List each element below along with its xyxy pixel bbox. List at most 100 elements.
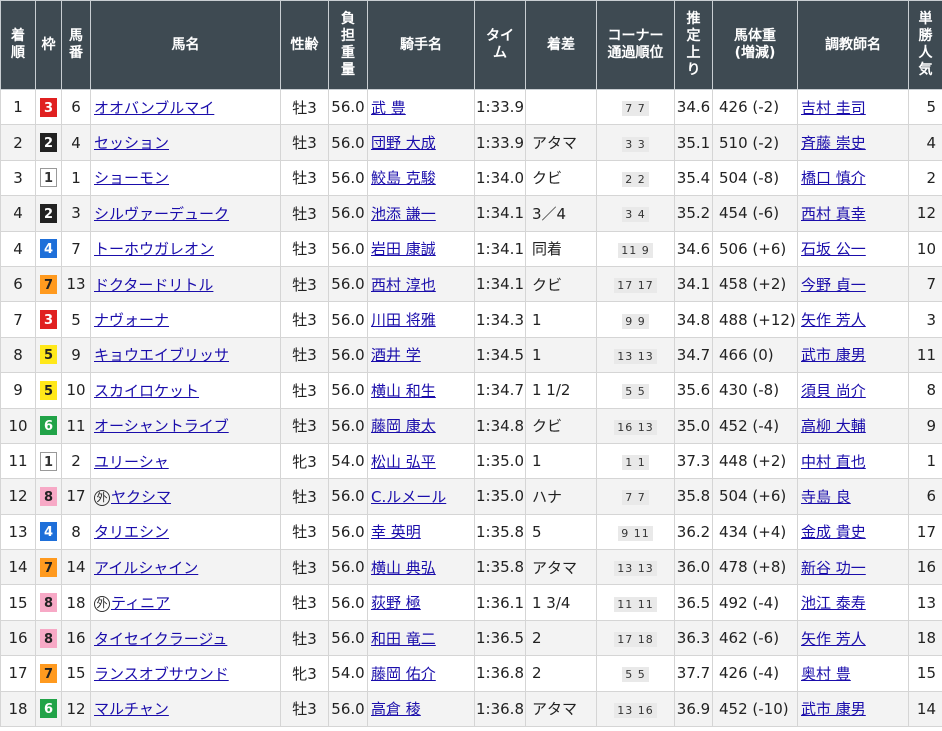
jockey-link[interactable]: 池添 謙一 [371, 205, 436, 223]
agari-cell: 35.4 [674, 159, 713, 197]
trainer-cell: 高柳 大輔 [797, 407, 909, 444]
sex-age: 牡3 [292, 134, 317, 153]
trainer-cell: 奥村 豊 [797, 655, 909, 692]
trainer-link[interactable]: 寺島 良 [801, 488, 851, 506]
header-horse[interactable]: 馬名 [90, 0, 281, 90]
jockey-link[interactable]: 藤岡 康太 [371, 417, 436, 435]
horse-name-link[interactable]: ヤクシマ [111, 488, 171, 506]
header-umaban[interactable]: 馬番 [61, 0, 91, 90]
horse-number: 11 [66, 416, 86, 435]
trainer-link[interactable]: 中村 直也 [801, 453, 866, 471]
last-3f: 35.4 [676, 168, 711, 187]
jockey-link[interactable]: 横山 典弘 [371, 559, 436, 577]
header-pop[interactable]: 単勝人気 [908, 0, 942, 90]
margin: 1 1/2 [532, 381, 571, 400]
result-row: 8 5 9 キョウエイブリッサ 牡3 56.0 酒井 学 1:34.5 1 13 13 34.7 46… [0, 336, 942, 374]
result-row: 6 7 13 ドクタードリトル 牡3 56.0 西村 淳也 1:34.1 クビ 17 17 34.1… [0, 265, 942, 303]
horse-name-link[interactable]: ランスオブサウンド [94, 665, 229, 683]
trainer-link[interactable]: 矢作 芳人 [801, 311, 866, 329]
jockey-link[interactable]: 和田 竜二 [371, 630, 436, 648]
pop-cell: 3 [908, 301, 942, 338]
corner-positions: 7 7 [622, 101, 649, 117]
jockey-link[interactable]: 鮫島 克駿 [371, 169, 436, 187]
horse-name-link[interactable]: ユリーシャ [94, 453, 169, 471]
waku-badge: 2 [40, 203, 57, 223]
header-bodyweight[interactable]: 馬体重 (増減) [712, 0, 798, 90]
header-corner[interactable]: コーナー 通過順位 [596, 0, 675, 90]
horse-name-link[interactable]: マルチャン [94, 700, 169, 718]
trainer-link[interactable]: 新谷 功一 [801, 559, 866, 577]
horse-name-link[interactable]: アイルシャイン [94, 559, 198, 577]
jockey-cell: 団野 大成 [367, 124, 475, 161]
trainer-link[interactable]: 奥村 豊 [801, 665, 851, 683]
header-jockey[interactable]: 騎手名 [367, 0, 475, 90]
popularity: 7 [926, 275, 936, 294]
header-rank[interactable]: 着順 [0, 0, 36, 90]
trainer-link[interactable]: 橋口 慎介 [801, 169, 866, 187]
jockey-link[interactable]: 西村 淳也 [371, 276, 436, 294]
horse-name-link[interactable]: タリエシン [94, 523, 169, 541]
horse-name-link[interactable]: キョウエイブリッサ [94, 346, 229, 364]
jockey-link[interactable]: 幸 英明 [371, 523, 421, 541]
popularity: 6 [926, 487, 936, 506]
horse-number: 4 [71, 133, 81, 152]
trainer-link[interactable]: 須貝 尚介 [801, 382, 866, 400]
finish-rank: 2 [13, 133, 23, 152]
header-trainer[interactable]: 調教師名 [797, 0, 909, 90]
horse-number: 15 [66, 664, 86, 683]
jockey-link[interactable]: 荻野 極 [371, 594, 421, 612]
horse-name-link[interactable]: スカイロケット [94, 382, 199, 400]
header-margin[interactable]: 着差 [525, 0, 597, 90]
jockey-link[interactable]: 川田 将雅 [371, 311, 436, 329]
horse-name-link[interactable]: シルヴァーデューク [94, 205, 229, 223]
header-line: 担 [341, 28, 355, 44]
finish-rank: 4 [13, 204, 23, 223]
horse-name-link[interactable]: オーシャントライブ [94, 417, 229, 435]
waku-cell: 8 [35, 619, 62, 657]
trainer-link[interactable]: 高柳 大輔 [801, 417, 866, 435]
trainer-link[interactable]: 西村 真幸 [801, 205, 866, 223]
margin: アタマ [532, 134, 578, 153]
corner-positions: 5 5 [622, 667, 649, 683]
horse-name-link[interactable]: ティニア [111, 594, 170, 612]
jockey-link[interactable]: C.ルメール [371, 488, 446, 506]
horse-name-link[interactable]: セッション [94, 134, 169, 152]
trainer-link[interactable]: 矢作 芳人 [801, 630, 866, 648]
trainer-link[interactable]: 武市 康男 [801, 346, 866, 364]
jockey-link[interactable]: 横山 和生 [371, 382, 436, 400]
jockey-link[interactable]: 酒井 学 [371, 346, 421, 364]
header-waku[interactable]: 枠 [35, 0, 62, 90]
horse-name-link[interactable]: ドクタードリトル [94, 276, 213, 294]
finish-time: 1:34.8 [476, 416, 524, 435]
jockey-link[interactable]: 団野 大成 [371, 134, 436, 152]
jockey-cell: 和田 竜二 [367, 619, 475, 657]
jockey-link[interactable]: 武 豊 [371, 99, 406, 117]
trainer-link[interactable]: 武市 康男 [801, 700, 866, 718]
horse-name-link[interactable]: トーホウガレオン [94, 240, 214, 258]
trainer-link[interactable]: 金成 貴史 [801, 523, 866, 541]
horse-name-link[interactable]: タイセイクラージュ [94, 630, 227, 648]
header-sexage[interactable]: 性齢 [280, 0, 329, 90]
body-weight: 492 (-4) [719, 593, 780, 612]
body-weight: 452 (-10) [719, 699, 789, 718]
jockey-link[interactable]: 藤岡 佑介 [371, 665, 436, 683]
header-weight[interactable]: 負担重量 [328, 0, 368, 90]
bodyweight-cell: 504 (+6) [712, 478, 798, 515]
trainer-link[interactable]: 吉村 圭司 [801, 99, 866, 117]
header-time[interactable]: タイム [474, 0, 526, 90]
header-agari[interactable]: 推定上り [674, 0, 713, 90]
horse-name-link[interactable]: ナヴォーナ [94, 311, 169, 329]
jockey-link[interactable]: 岩田 康誠 [371, 240, 436, 258]
trainer-link[interactable]: 石坂 公一 [801, 240, 866, 258]
trainer-link[interactable]: 斉藤 崇史 [801, 134, 866, 152]
bodyweight-cell: 430 (-8) [712, 372, 798, 409]
pop-cell: 8 [908, 372, 942, 409]
jockey-link[interactable]: 高倉 稜 [371, 700, 421, 718]
sexage-cell: 牡3 [280, 336, 329, 374]
jockey-link[interactable]: 松山 弘平 [371, 453, 436, 471]
trainer-link[interactable]: 今野 貞一 [801, 276, 866, 294]
foreign-horse-mark: 外 [94, 596, 110, 613]
horse-name-link[interactable]: オオバンブルマイ [94, 99, 214, 117]
trainer-link[interactable]: 池江 泰寿 [801, 594, 866, 612]
horse-name-link[interactable]: ショーモン [94, 169, 169, 187]
